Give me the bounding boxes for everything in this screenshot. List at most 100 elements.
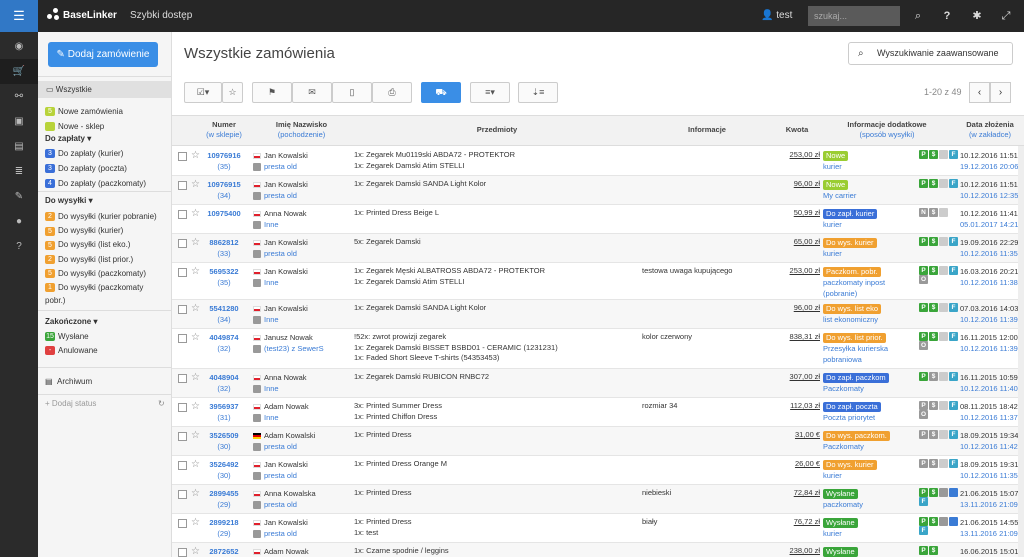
order-flag-icon[interactable]: $ xyxy=(929,179,938,188)
sidebar-status-item[interactable]: 5 Do wysyłki (kurier) xyxy=(45,224,123,237)
email-button[interactable]: ✉ xyxy=(292,82,332,103)
sidebar-status-item[interactable]: - Anulowane xyxy=(45,344,98,357)
order-flag-icon[interactable] xyxy=(939,430,948,439)
table-row[interactable]: ☆ 2872652 Adam Nowak 1x: Czarne spodnie / l… xyxy=(172,543,1024,557)
list-menu-button[interactable]: ≡▾ xyxy=(470,82,510,103)
order-flag-icon[interactable]: F xyxy=(949,303,958,312)
order-flag-icon[interactable] xyxy=(939,208,948,217)
order-flag-icon[interactable]: P xyxy=(919,266,928,275)
order-number[interactable]: 3956937 (31) xyxy=(194,401,254,423)
status-badge[interactable]: Do wys. list eko xyxy=(823,304,882,314)
order-source[interactable]: presta old xyxy=(264,529,297,538)
row-checkbox[interactable] xyxy=(178,239,187,248)
order-flag-icon[interactable]: $ xyxy=(929,488,938,497)
order-id[interactable]: 2872652 xyxy=(194,546,254,557)
sidebar-group-title[interactable]: Do wysyłki ▾ xyxy=(45,196,93,205)
link-icon[interactable]: ⚯ xyxy=(0,84,38,109)
order-flag-icon[interactable] xyxy=(939,372,948,381)
table-row[interactable]: ☆ 4049874 (32) Janusz Nowak (test23) z Sewer… xyxy=(172,329,1024,369)
order-id[interactable]: 4048904 xyxy=(194,372,254,383)
order-flag-icon[interactable] xyxy=(949,488,958,497)
select-dropdown-button[interactable]: ☑▾ xyxy=(184,82,222,103)
status-badge[interactable]: Do wys. list prior. xyxy=(823,333,886,343)
row-checkbox[interactable] xyxy=(178,490,187,499)
sidebar-status-item[interactable]: 5 Nowe zamówienia xyxy=(45,105,123,118)
row-checkbox[interactable] xyxy=(178,403,187,412)
order-flag-icon[interactable]: $ xyxy=(929,266,938,275)
shipping-button[interactable]: ⛟ xyxy=(421,82,461,103)
row-checkbox[interactable] xyxy=(178,548,187,557)
order-number[interactable]: 2899455 (29) xyxy=(194,488,254,510)
order-id[interactable]: 10976915 xyxy=(194,179,254,190)
order-number[interactable]: 4048904 (32) xyxy=(194,372,254,394)
order-flag-icon[interactable]: P xyxy=(919,372,928,381)
col-date[interactable]: Data złożenia (w zakładce) xyxy=(954,120,1024,140)
order-number[interactable]: 5541280 (34) xyxy=(194,303,254,325)
order-flag-icon[interactable]: P xyxy=(919,546,928,555)
order-flag-icon[interactable]: O xyxy=(919,410,928,419)
help-icon[interactable]: ? xyxy=(0,234,38,259)
col-extra[interactable]: Informacje dodatkowe (sposób wysyłki) xyxy=(832,120,942,140)
order-flag-icon[interactable]: $ xyxy=(929,401,938,410)
search-icon[interactable]: ⌕ xyxy=(905,0,931,32)
order-flag-icon[interactable] xyxy=(939,488,948,497)
order-flag-icon[interactable]: P xyxy=(919,459,928,468)
user-icon[interactable]: ● xyxy=(0,209,38,234)
order-id[interactable]: 4049874 xyxy=(194,332,254,343)
order-flag-icon[interactable] xyxy=(939,303,948,312)
sidebar-group-title[interactable]: Zakończone ▾ xyxy=(45,317,97,326)
order-id[interactable]: 5541280 xyxy=(194,303,254,314)
storage-icon[interactable]: ▣ xyxy=(0,109,38,134)
order-flag-icon[interactable]: F xyxy=(949,237,958,246)
status-badge[interactable]: Do wys. kurier xyxy=(823,238,877,248)
sort-button[interactable]: ⇣≡ xyxy=(518,82,558,103)
order-flag-icon[interactable]: F xyxy=(949,179,958,188)
refresh-icon[interactable]: ↻ xyxy=(158,397,165,410)
order-source[interactable]: presta old xyxy=(264,191,297,200)
row-checkbox[interactable] xyxy=(178,305,187,314)
order-flag-icon[interactable]: F xyxy=(949,266,958,275)
sidebar-status-item[interactable]: 2 Do wysyłki (list prior.) xyxy=(45,253,133,266)
status-badge[interactable]: Do zapł. poczta xyxy=(823,402,881,412)
order-number[interactable]: 3526492 (30) xyxy=(194,459,254,481)
add-status-link[interactable]: + Dodaj status xyxy=(45,397,96,410)
order-id[interactable]: 3956937 xyxy=(194,401,254,412)
sidebar-group-title[interactable]: Do zapłaty ▾ xyxy=(45,134,91,143)
order-number[interactable]: 10975400 xyxy=(194,208,254,219)
help-icon[interactable]: ? xyxy=(934,0,960,32)
dashboard-icon[interactable]: ◉ xyxy=(0,34,38,59)
order-id[interactable]: 10976916 xyxy=(194,150,254,161)
order-source[interactable]: (test23) z SewerS xyxy=(264,344,324,353)
order-flag-icon[interactable] xyxy=(939,401,948,410)
order-flag-icon[interactable] xyxy=(939,332,948,341)
order-number[interactable]: 10976916 (35) xyxy=(194,150,254,172)
order-source[interactable]: presta old xyxy=(264,471,297,480)
table-row[interactable]: ☆ 3526509 (30) Adam Kowalski presta old 1x: P… xyxy=(172,427,1024,456)
order-flag-icon[interactable]: $ xyxy=(929,150,938,159)
order-flag-icon[interactable]: N xyxy=(919,208,928,217)
status-badge[interactable]: Do wys. paczkom. xyxy=(823,431,890,441)
order-number[interactable]: 10976915 (34) xyxy=(194,179,254,201)
favorite-button[interactable]: ☆ xyxy=(222,82,243,103)
order-flag-icon[interactable] xyxy=(939,266,948,275)
order-number[interactable]: 5695322 (35) xyxy=(194,266,254,288)
quick-access-link[interactable]: Szybki dostęp xyxy=(130,0,192,32)
order-id[interactable]: 2899218 xyxy=(194,517,254,528)
cart-icon[interactable]: 🛒 xyxy=(0,59,38,84)
order-flag-icon[interactable]: $ xyxy=(929,208,938,217)
status-badge[interactable]: Wysłane xyxy=(823,547,858,557)
order-number[interactable]: 2872652 xyxy=(194,546,254,557)
table-row[interactable]: ☆ 8862812 (33) Jan Kowalski presta old 5x: Ze… xyxy=(172,234,1024,263)
order-flag-icon[interactable]: $ xyxy=(929,332,938,341)
order-id[interactable]: 8862812 xyxy=(194,237,254,248)
status-badge[interactable]: Nowe xyxy=(823,151,849,161)
order-source[interactable]: Inne xyxy=(264,413,279,422)
order-source[interactable]: Inne xyxy=(264,315,279,324)
order-flag-icon[interactable] xyxy=(939,150,948,159)
order-flag-icon[interactable]: F xyxy=(949,332,958,341)
order-number[interactable]: 4049874 (32) xyxy=(194,332,254,354)
flag-button[interactable]: ⚑ xyxy=(252,82,292,103)
order-flag-icon[interactable]: F xyxy=(949,401,958,410)
order-source[interactable]: presta old xyxy=(264,162,297,171)
status-badge[interactable]: Do wys. kurier xyxy=(823,460,877,470)
